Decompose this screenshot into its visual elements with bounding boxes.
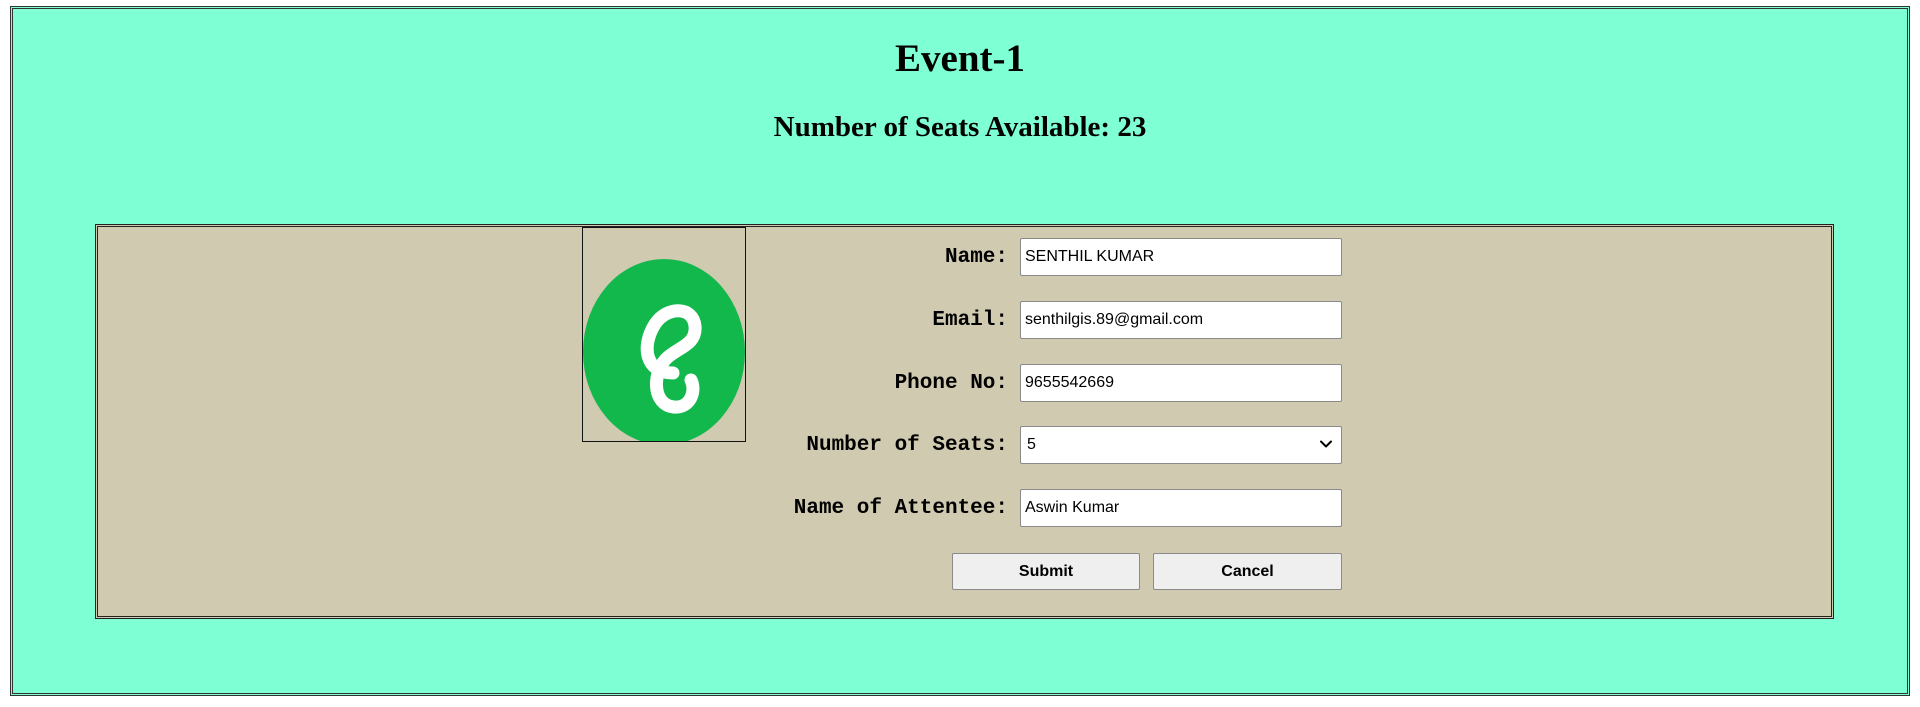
booking-form-panel: Name: Email: Phone No: Number of Seats: … [95, 224, 1834, 619]
cancel-button[interactable]: Cancel [1153, 553, 1342, 590]
page-container: Event-1 Number of Seats Available: 23 Na… [10, 6, 1910, 696]
seats-label-cell: Number of Seats: [698, 426, 1008, 464]
number-of-seats-selected-value: 5 [1027, 436, 1036, 453]
attendee-name-label: Name of Attentee: [793, 497, 1008, 520]
phone-label-cell: Phone No: [698, 364, 1008, 402]
number-of-seats-select[interactable]: 5 [1020, 426, 1342, 464]
email-label-cell: Email: [698, 301, 1008, 339]
page-title: Event-1 [895, 37, 1025, 80]
chevron-down-icon [1320, 440, 1332, 448]
number-of-seats-label: Number of Seats: [806, 434, 1008, 457]
attendee-name-input[interactable] [1020, 489, 1342, 527]
name-label-cell: Name: [698, 238, 1008, 276]
phone-label: Phone No: [894, 372, 1008, 395]
attendee-label-cell: Name of Attentee: [698, 489, 1008, 527]
name-label: Name: [944, 246, 1008, 269]
submit-button[interactable]: Submit [952, 553, 1140, 590]
name-input[interactable] [1020, 238, 1342, 276]
email-input[interactable] [1020, 301, 1342, 339]
email-label: Email: [932, 309, 1008, 332]
phone-input[interactable] [1020, 364, 1342, 402]
seats-available-text: Number of Seats Available: 23 [773, 111, 1147, 143]
